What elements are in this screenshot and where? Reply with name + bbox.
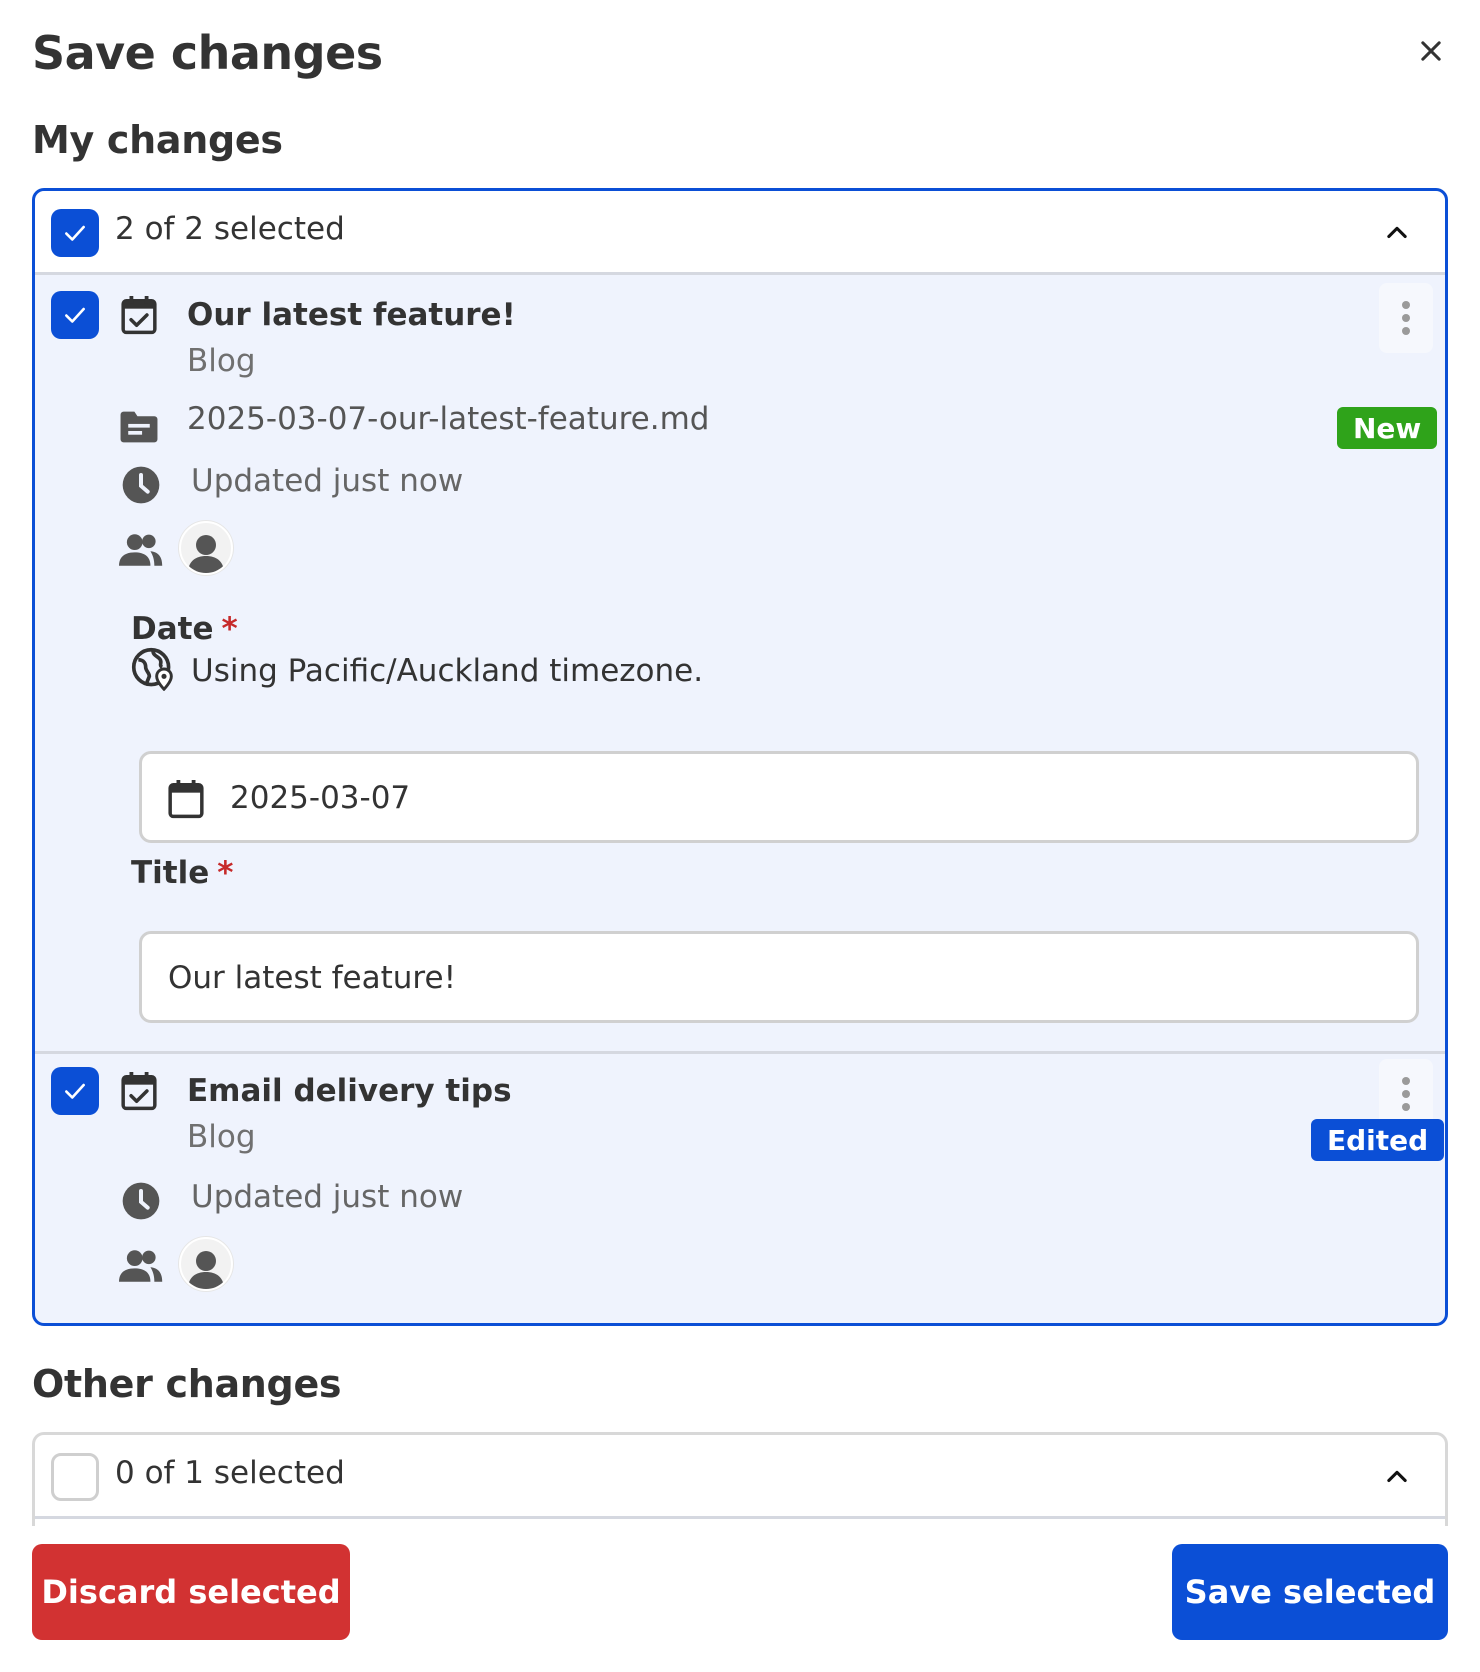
calendar-check-icon [119,293,159,337]
other-changes-heading: Other changes [32,1362,342,1406]
dialog-title: Save changes [32,26,383,80]
more-vertical-icon [1402,1077,1410,1111]
date-field-label: Date * [131,611,238,647]
item-divider [35,1051,1445,1054]
chevron-up-icon [1387,1470,1407,1483]
user-icon [188,535,224,573]
more-vertical-icon [1402,301,1410,335]
my-changes-heading: My changes [32,118,283,162]
item-title[interactable]: Our latest feature! [187,297,516,333]
date-input[interactable]: 2025-03-07 [139,751,1419,843]
item-checkbox[interactable] [51,1067,99,1115]
item-checkbox[interactable] [51,291,99,339]
chevron-up-icon [1387,226,1407,239]
select-all-checkbox[interactable] [51,1453,99,1501]
item-title[interactable]: Email delivery tips [187,1073,512,1109]
status-badge-edited: Edited [1311,1119,1445,1161]
check-icon [65,1083,85,1099]
item-updated: Updated just now [191,1179,464,1215]
save-selected-button[interactable]: Save selected [1172,1544,1448,1640]
close-icon [1421,41,1441,61]
title-input-value[interactable]: Our latest feature! [168,960,456,996]
title-field-label: Title * [131,855,234,891]
status-badge-new: New [1337,407,1438,449]
collapse-button[interactable] [1377,1457,1417,1497]
collapse-button[interactable] [1377,213,1417,253]
selection-count: 0 of 1 selected [115,1455,345,1491]
item-collection: Blog [187,1119,256,1155]
discard-selected-button[interactable]: Discard selected [32,1544,350,1640]
calendar-icon[interactable] [166,778,206,820]
item-filename: 2025-03-07-our-latest-feature.md [187,401,710,437]
check-icon [65,307,85,323]
clock-icon [121,1181,161,1221]
my-changes-panel: 2 of 2 selected Our latest feature! Blog… [32,188,1448,1326]
item-menu-button[interactable] [1379,283,1433,353]
select-all-checkbox[interactable] [51,209,99,257]
file-icon [119,409,159,445]
date-input-value[interactable]: 2025-03-07 [230,780,410,816]
avatar [179,521,233,575]
calendar-check-icon [119,1069,159,1113]
check-icon [65,225,85,241]
timezone-note: Using Pacific/Auckland timezone. [191,653,704,689]
people-icon [119,531,163,569]
close-button[interactable] [1410,30,1452,72]
selection-count: 2 of 2 selected [115,211,345,247]
people-icon [119,1247,163,1285]
item-updated: Updated just now [191,463,464,499]
my-changes-header[interactable]: 2 of 2 selected [35,191,1445,275]
avatar [179,1237,233,1291]
clock-icon [121,465,161,505]
user-icon [188,1251,224,1289]
title-input[interactable]: Our latest feature! [139,931,1419,1023]
globe-location-icon [131,647,175,691]
other-changes-header[interactable]: 0 of 1 selected [35,1435,1445,1519]
item-collection: Blog [187,343,256,379]
